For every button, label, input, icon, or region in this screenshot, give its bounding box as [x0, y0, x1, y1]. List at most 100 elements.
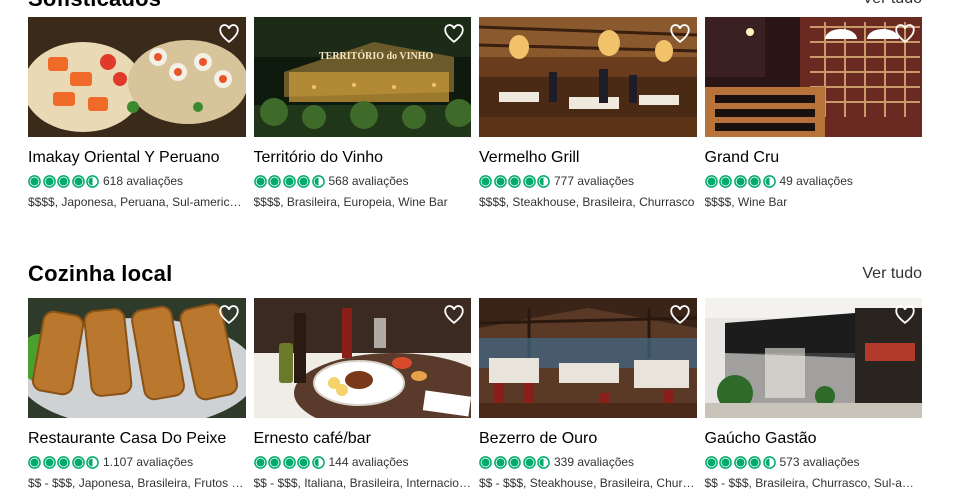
rating-bubble-icon — [479, 174, 492, 188]
heart-icon[interactable] — [218, 23, 240, 45]
heart-icon[interactable] — [894, 23, 916, 45]
restaurant-card[interactable]: Ernesto café/bar 144 avaliações $$ - $$$… — [253, 298, 472, 491]
restaurant-meta: $$$$, Japonesa, Peruana, Sul-americana — [28, 195, 246, 209]
rating-bubble-icon — [28, 174, 41, 188]
section-header: Cozinha local Ver tudo — [28, 259, 922, 289]
rating-bubble-icon — [522, 455, 536, 469]
restaurant-name[interactable]: Imakay Oriental Y Peruano — [28, 148, 246, 168]
rating-bubble-icon — [762, 455, 776, 469]
section-title: Sofisticados — [28, 0, 161, 14]
heart-icon[interactable] — [443, 23, 465, 45]
review-count[interactable]: 339 avaliações — [554, 455, 634, 469]
view-all-link[interactable]: Ver tudo — [862, 0, 922, 10]
rating-bubble-icon — [268, 455, 281, 469]
view-all-link[interactable]: Ver tudo — [862, 263, 922, 285]
rating-bubble-icon — [253, 455, 267, 469]
rating: 1.107 avaliações — [28, 453, 246, 471]
heart-icon[interactable] — [218, 304, 240, 326]
rating-bubbles — [479, 455, 550, 469]
restaurant-meta: $$ - $$$, Italiana, Brasileira, Internac… — [253, 476, 472, 490]
heart-icon[interactable] — [443, 304, 465, 326]
rating-bubble-icon — [268, 174, 281, 188]
restaurant-card[interactable]: Imakay Oriental Y Peruano 618 avaliações… — [28, 17, 246, 210]
rating-bubble-icon — [297, 455, 310, 469]
restaurant-meta: $$$$, Steakhouse, Brasileira, Churrasco — [479, 195, 695, 209]
rating: 573 avaliações — [704, 453, 923, 471]
rating-bubble-icon — [508, 455, 521, 469]
restaurant-card[interactable]: TERRITÓRIO do VINHO Território do Vinho … — [253, 17, 472, 210]
restaurant-card[interactable]: Gaúcho Gastão 573 avaliações $$ - $$$, B… — [704, 298, 923, 491]
rating-bubble-icon — [28, 455, 41, 469]
review-count[interactable]: 573 avaliações — [780, 455, 860, 469]
rating-bubbles — [704, 455, 776, 469]
restaurant-photo[interactable] — [704, 298, 922, 418]
rating-bubble-icon — [42, 174, 56, 188]
restaurant-card[interactable]: Vermelho Grill 777 avaliações $$$$, Stea… — [479, 17, 697, 210]
restaurant-name[interactable]: Vermelho Grill — [479, 148, 697, 168]
rating-bubble-icon — [733, 455, 747, 469]
restaurant-meta: $$$$, Wine Bar — [704, 195, 788, 209]
rating-bubble-icon — [719, 174, 732, 188]
heart-icon[interactable] — [894, 304, 916, 326]
rating-bubbles — [28, 455, 99, 469]
rating-bubble-icon — [479, 455, 492, 469]
restaurant-meta: $$ - $$$, Steakhouse, Brasileira, Churra… — [479, 476, 697, 490]
rating-bubble-icon — [86, 174, 99, 188]
restaurant-name[interactable]: Território do Vinho — [254, 148, 472, 168]
review-count[interactable]: 1.107 avaliações — [103, 455, 193, 469]
rating-bubbles — [253, 174, 325, 188]
card-row: Restaurante Casa Do Peixe 1.107 avaliaçõ… — [28, 298, 922, 491]
rating-bubble-icon — [282, 174, 296, 188]
restaurant-photo[interactable] — [479, 298, 697, 418]
rating-bubble-icon — [42, 455, 56, 469]
restaurant-name[interactable]: Bezerro de Ouro — [479, 429, 697, 449]
restaurant-card[interactable]: Grand Cru 49 avaliações $$$$, Wine Bar — [704, 17, 923, 210]
restaurant-photo[interactable] — [28, 17, 246, 137]
rating-bubble-icon — [748, 455, 761, 469]
heart-icon[interactable] — [669, 304, 691, 326]
review-count[interactable]: 49 avaliações — [780, 174, 853, 188]
restaurant-card[interactable]: Restaurante Casa Do Peixe 1.107 avaliaçõ… — [28, 298, 246, 491]
rating-bubble-icon — [71, 174, 85, 188]
restaurant-meta: $$$$, Brasileira, Europeia, Wine Bar — [253, 195, 448, 209]
rating: 49 avaliações — [704, 172, 923, 190]
rating-bubble-icon — [508, 174, 521, 188]
review-count[interactable]: 618 avaliações — [103, 174, 183, 188]
rating-bubbles — [253, 455, 325, 469]
restaurant-photo[interactable] — [479, 17, 697, 137]
restaurant-name[interactable]: Gaúcho Gastão — [705, 429, 923, 449]
rating-bubble-icon — [493, 455, 507, 469]
rating: 144 avaliações — [253, 453, 472, 471]
restaurant-card[interactable]: Bezerro de Ouro 339 avaliações $$ - $$$,… — [479, 298, 697, 491]
rating-bubble-icon — [57, 455, 70, 469]
restaurant-meta: $$ - $$$, Japonesa, Brasileira, Frutos d… — [28, 476, 246, 490]
restaurant-photo[interactable] — [253, 298, 471, 418]
restaurant-photo[interactable] — [704, 17, 922, 137]
rating: 777 avaliações — [479, 172, 697, 190]
restaurant-photo[interactable] — [28, 298, 246, 418]
restaurant-name[interactable]: Restaurante Casa Do Peixe — [28, 429, 246, 449]
rating: 618 avaliações — [28, 172, 246, 190]
rating-bubble-icon — [311, 455, 325, 469]
rating-bubbles — [28, 174, 99, 188]
rating-bubble-icon — [522, 174, 536, 188]
rating-bubble-icon — [57, 174, 70, 188]
heart-icon[interactable] — [669, 23, 691, 45]
section-sofisticados: Sofisticados Ver tudo Imakay Oriental Y … — [28, 0, 922, 209]
rating-bubble-icon — [748, 174, 761, 188]
rating-bubble-icon — [719, 455, 732, 469]
restaurant-meta: $$ - $$$, Brasileira, Churrasco, Sul-ame… — [704, 476, 923, 490]
restaurant-photo[interactable]: TERRITÓRIO do VINHO — [253, 17, 471, 137]
restaurant-name[interactable]: Grand Cru — [705, 148, 923, 168]
rating-bubble-icon — [253, 174, 267, 188]
rating-bubble-icon — [297, 174, 310, 188]
review-count[interactable]: 568 avaliações — [329, 174, 409, 188]
restaurant-name[interactable]: Ernesto café/bar — [254, 429, 472, 449]
review-count[interactable]: 144 avaliações — [329, 455, 409, 469]
rating-bubble-icon — [71, 455, 85, 469]
section-header: Sofisticados Ver tudo — [28, 0, 922, 14]
rating-bubble-icon — [704, 455, 718, 469]
rating-bubble-icon — [311, 174, 325, 188]
review-count[interactable]: 777 avaliações — [554, 174, 634, 188]
rating-bubble-icon — [282, 455, 296, 469]
